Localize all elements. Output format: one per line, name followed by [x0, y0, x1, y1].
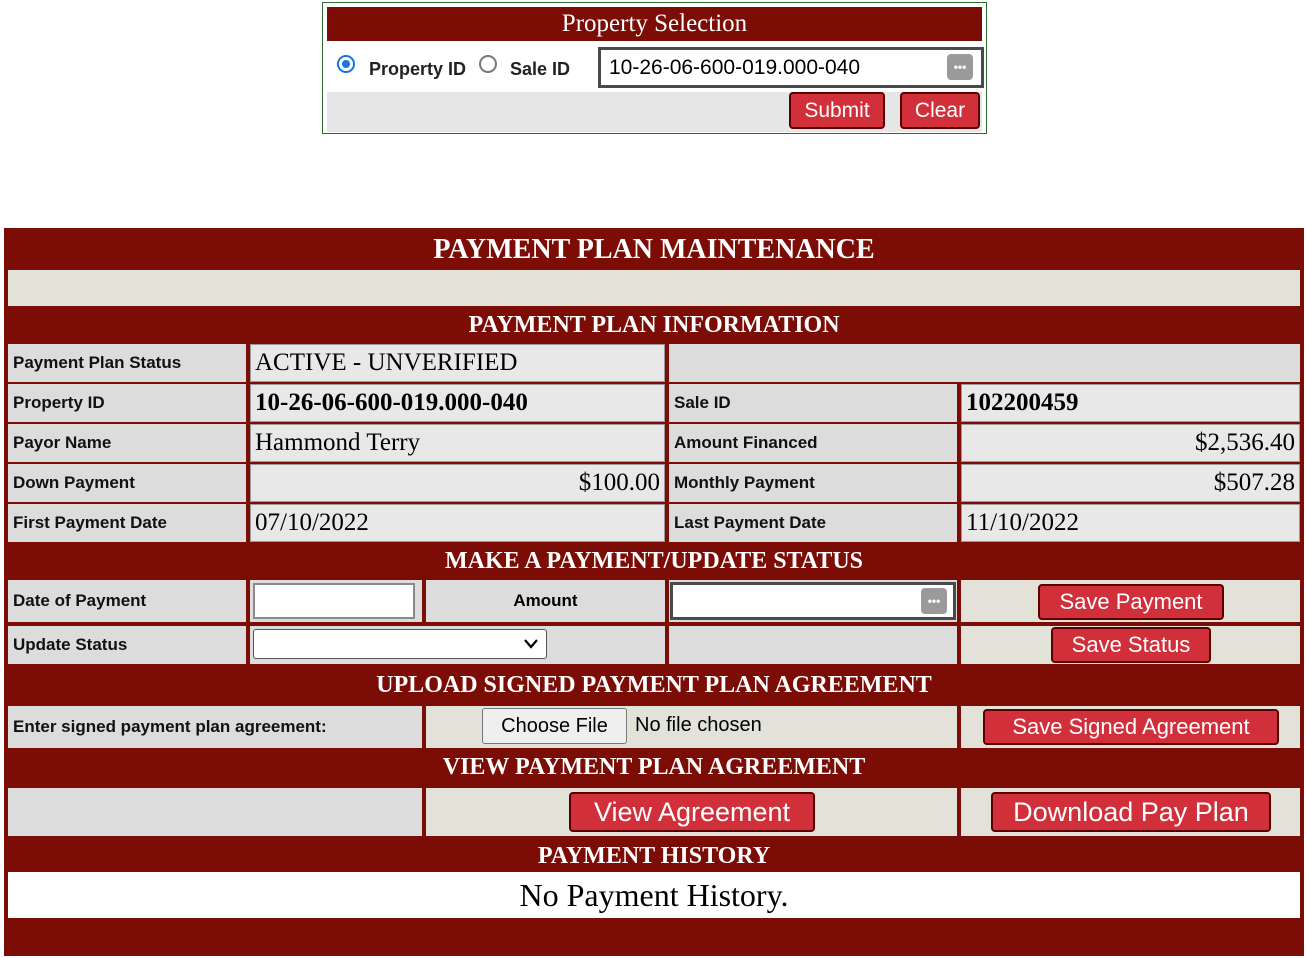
date-of-payment-cell — [250, 580, 422, 622]
password-manager-icon[interactable]: ••• — [947, 54, 973, 80]
monthly-payment-label: Monthly Payment — [669, 464, 957, 502]
payment-plan-maintenance-table: PAYMENT PLAN MAINTENANCE PAYMENT PLAN IN… — [4, 228, 1304, 956]
password-manager-icon[interactable]: ••• — [921, 588, 947, 614]
empty-cell — [8, 788, 422, 836]
upload-section-header: UPLOAD SIGNED PAYMENT PLAN AGREEMENT — [8, 668, 1300, 702]
first-payment-date-label: First Payment Date — [8, 504, 246, 542]
upload-agreement-label: Enter signed payment plan agreement: — [8, 706, 422, 748]
payment-plan-status-label: Payment Plan Status — [8, 344, 246, 382]
download-pay-plan-cell: Download Pay Plan — [961, 788, 1300, 836]
empty-cell — [669, 626, 957, 664]
amount-input[interactable]: ••• — [670, 582, 956, 620]
save-signed-agreement-button[interactable]: Save Signed Agreement — [983, 709, 1279, 745]
payment-section-header: MAKE A PAYMENT/UPDATE STATUS — [8, 544, 1300, 578]
update-status-select[interactable] — [253, 629, 547, 659]
payor-name-label: Payor Name — [8, 424, 246, 462]
view-agreement-cell: View Agreement — [426, 788, 957, 836]
last-payment-date-label: Last Payment Date — [669, 504, 957, 542]
property-search-input[interactable]: 10-26-06-600-019.000-040 ••• — [598, 47, 984, 88]
date-of-payment-input[interactable] — [253, 583, 415, 619]
monthly-payment-value: $507.28 — [961, 464, 1300, 502]
first-payment-date-value: 07/10/2022 — [250, 504, 665, 542]
last-payment-date-value: 11/10/2022 — [961, 504, 1300, 542]
no-file-chosen-text: No file chosen — [635, 714, 762, 736]
selection-button-row: Submit Clear — [327, 92, 982, 132]
save-status-cell: Save Status — [961, 626, 1300, 664]
date-of-payment-label: Date of Payment — [8, 580, 246, 622]
property-search-value: 10-26-06-600-019.000-040 — [609, 56, 861, 79]
amount-cell: ••• — [669, 580, 957, 622]
sale-id-radio-label[interactable]: Sale ID — [510, 59, 570, 80]
clear-button[interactable]: Clear — [900, 92, 980, 129]
view-agreement-button[interactable]: View Agreement — [569, 792, 815, 832]
property-id-radio[interactable] — [337, 55, 355, 73]
down-payment-value: $100.00 — [250, 464, 665, 502]
update-status-label: Update Status — [8, 626, 246, 664]
amount-financed-label: Amount Financed — [669, 424, 957, 462]
download-pay-plan-button[interactable]: Download Pay Plan — [991, 792, 1271, 832]
payor-name-value: Hammond Terry — [250, 424, 665, 462]
sale-id-value: 102200459 — [961, 384, 1300, 422]
save-status-button[interactable]: Save Status — [1051, 627, 1211, 663]
update-status-cell — [250, 626, 665, 664]
down-payment-label: Down Payment — [8, 464, 246, 502]
spacer-row — [8, 270, 1300, 306]
payment-plan-status-value: ACTIVE - UNVERIFIED — [250, 344, 665, 382]
info-section-header: PAYMENT PLAN INFORMATION — [8, 308, 1300, 342]
no-payment-history-text: No Payment History. — [8, 872, 1300, 918]
empty-cell — [669, 344, 1300, 382]
amount-financed-value: $2,536.40 — [961, 424, 1300, 462]
save-agreement-cell: Save Signed Agreement — [961, 706, 1300, 748]
save-payment-button[interactable]: Save Payment — [1038, 584, 1224, 620]
file-input-cell: Choose File No file chosen — [426, 706, 957, 748]
amount-label: Amount — [426, 580, 665, 622]
choose-file-button[interactable]: Choose File — [482, 708, 627, 744]
sale-id-label: Sale ID — [669, 384, 957, 422]
history-section-header: PAYMENT HISTORY — [8, 840, 1300, 872]
property-selection-panel: Property Selection Property ID Sale ID 1… — [322, 2, 987, 134]
selection-input-row: Property ID Sale ID 10-26-06-600-019.000… — [327, 43, 984, 91]
save-payment-cell: Save Payment — [961, 580, 1300, 622]
property-id-label: Property ID — [8, 384, 246, 422]
property-id-radio-label[interactable]: Property ID — [369, 59, 466, 80]
sale-id-radio[interactable] — [479, 55, 497, 73]
property-id-value: 10-26-06-600-019.000-040 — [250, 384, 665, 422]
view-section-header: VIEW PAYMENT PLAN AGREEMENT — [8, 750, 1300, 784]
page-title: PAYMENT PLAN MAINTENANCE — [8, 232, 1300, 268]
chevron-down-icon — [524, 639, 538, 649]
submit-button[interactable]: Submit — [789, 92, 885, 129]
property-selection-title: Property Selection — [327, 7, 982, 41]
